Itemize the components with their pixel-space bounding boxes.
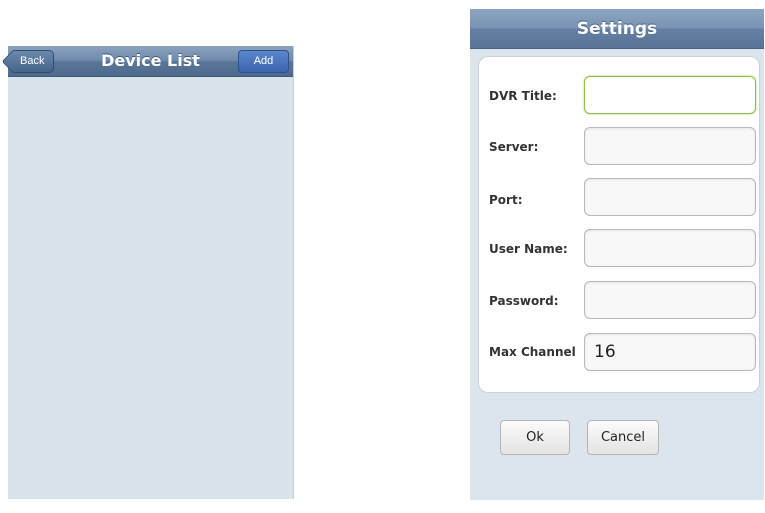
settings-screen: Settings DVR Title: Server: Port: User N… — [470, 9, 764, 500]
server-input[interactable] — [584, 127, 756, 165]
server-label: Server: — [489, 140, 539, 154]
port-label: Port: — [489, 193, 523, 207]
password-input[interactable] — [584, 281, 756, 319]
max-channel-input[interactable]: 16 — [584, 333, 756, 371]
settings-form: DVR Title: Server: Port: User Name: Pass… — [478, 56, 760, 393]
password-label: Password: — [489, 294, 559, 308]
password-row: Password: — [479, 281, 759, 323]
port-input[interactable] — [584, 178, 756, 216]
add-button[interactable]: Add — [238, 50, 289, 73]
cancel-button[interactable]: Cancel — [587, 420, 659, 455]
max-channel-row: Max Channel 16 — [479, 333, 759, 375]
settings-navbar: Settings — [470, 9, 764, 49]
port-row: Port: — [479, 178, 759, 220]
settings-title: Settings — [576, 19, 658, 39]
device-list-screen: Back Device List Add — [8, 46, 294, 499]
dvr-title-row: DVR Title: — [479, 76, 759, 118]
device-list[interactable] — [8, 78, 293, 499]
back-button-label: Back — [20, 55, 45, 67]
dvr-title-label: DVR Title: — [489, 89, 557, 103]
dvr-title-input[interactable] — [584, 76, 756, 114]
user-name-label: User Name: — [489, 242, 568, 256]
ok-button[interactable]: Ok — [500, 420, 570, 455]
max-channel-label: Max Channel — [489, 345, 576, 359]
user-name-input[interactable] — [584, 229, 756, 267]
device-list-navbar: Back Device List Add — [8, 46, 293, 77]
user-name-row: User Name: — [479, 229, 759, 271]
server-row: Server: — [479, 127, 759, 169]
